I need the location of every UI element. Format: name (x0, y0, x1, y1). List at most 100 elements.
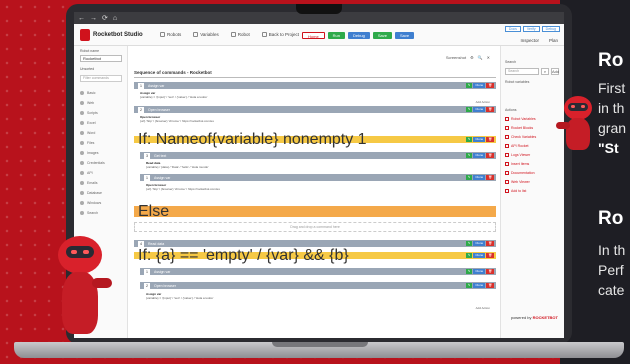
condition-row[interactable]: If: Nameof{variable} nonempty 1 ✎ Clone … (134, 131, 496, 148)
tool-item[interactable]: Documentation (505, 168, 561, 177)
else-row[interactable]: Else (134, 203, 496, 220)
delete-button[interactable]: 🗑 (486, 253, 494, 258)
clone-button[interactable]: Clone (473, 283, 486, 288)
back-icon[interactable]: ← (78, 15, 85, 22)
edit-button[interactable]: ✎ (465, 269, 473, 274)
command-category-list: Basic Web Scripts Excel Word Files Image… (80, 88, 124, 218)
sidebar-item[interactable]: Web (80, 98, 124, 108)
forward-icon[interactable]: → (90, 15, 97, 22)
filter-commands-input[interactable]: Filter commands (80, 75, 122, 82)
tool-icon (505, 125, 509, 130)
save-as-button[interactable]: Save (394, 32, 415, 39)
home-button[interactable]: Home (302, 32, 325, 39)
sidebar-item[interactable]: Database (80, 188, 124, 198)
sidebar-item[interactable]: Emails (80, 178, 124, 188)
robot-select[interactable]: Rocketbot (80, 55, 122, 62)
mascot-eye (571, 105, 575, 108)
tool-item[interactable]: Robot Variables (505, 114, 561, 123)
add-button[interactable]: Add (551, 68, 559, 75)
edit-button[interactable]: ✎ (465, 137, 473, 142)
robot-mascot-left (48, 236, 112, 336)
home-icon[interactable]: ⌂ (113, 15, 117, 22)
command-row[interactable]: 1 Assign var ✎ Clone 🗑 (140, 174, 496, 181)
tool-item[interactable]: Add to list (505, 186, 561, 195)
sidebar-item[interactable]: Images (80, 148, 124, 158)
add-action-link[interactable]: Add Action (476, 306, 490, 310)
side-heading-2: Ro (598, 208, 624, 229)
command-row[interactable]: 2 Open browser ✎ Clone 🗑 (140, 282, 496, 289)
run-button[interactable]: Run (327, 32, 346, 39)
tool-item[interactable]: Check Variables (505, 132, 561, 141)
tool-item[interactable]: Web Viewer (505, 177, 561, 186)
edit-button[interactable]: ✎ (465, 253, 473, 258)
right-panel: Search Search ⌕ Add Robot variables Acti… (500, 46, 564, 338)
edit-button[interactable]: ✎ (465, 175, 473, 180)
back-project-icon (261, 32, 267, 37)
sidebar-item[interactable]: Excel (80, 118, 124, 128)
save-button[interactable]: Save (372, 32, 392, 39)
row-detail: Open browser {url} 'http' / {browser} 'c… (146, 183, 220, 191)
clone-button[interactable]: Clone (473, 241, 486, 246)
unsorted-checkbox[interactable]: Unsorted (80, 67, 94, 71)
delete-button[interactable]: 🗑 (486, 241, 494, 246)
edit-button[interactable]: ✎ (465, 83, 473, 88)
clone-button[interactable]: Clone (473, 269, 486, 274)
add-action-link[interactable]: Add Action (476, 100, 490, 104)
sidebar-item[interactable]: API (80, 168, 124, 178)
clone-button[interactable]: Clone (473, 153, 486, 158)
sidebar-item[interactable]: Windows (80, 198, 124, 208)
edit-button[interactable]: ✎ (465, 153, 473, 158)
tab-robot[interactable]: Robot (230, 32, 250, 37)
search-input[interactable]: Search (505, 68, 539, 75)
tab-variables[interactable]: Variables (193, 32, 219, 37)
row-detail: Assign var {variable} = '{input}' / 'tex… (146, 292, 213, 300)
settings-icon[interactable]: ⚙ (470, 55, 474, 60)
edit-button[interactable]: ✎ (465, 283, 473, 288)
verify-button[interactable]: Verify (522, 26, 540, 32)
close-icon[interactable]: ✕ (487, 55, 490, 60)
clone-button[interactable]: Clone (473, 175, 486, 180)
category-icon (80, 91, 84, 95)
inspector-tab[interactable]: Inspector (520, 38, 539, 43)
delete-button[interactable]: 🗑 (486, 107, 494, 112)
command-row[interactable]: 1 Assign var ✎ Clone 🗑 (134, 82, 496, 89)
delete-button[interactable]: 🗑 (486, 283, 494, 288)
condition-row[interactable]: If: {a} == 'empty' / {var} && {b} ✎ Clon… (134, 247, 496, 264)
tool-item[interactable]: Insert Items (505, 159, 561, 168)
delete-button[interactable]: 🗑 (486, 175, 494, 180)
drop-zone[interactable]: Drag and drop a command here (134, 222, 496, 232)
delete-button[interactable]: 🗑 (486, 137, 494, 142)
sidebar-item[interactable]: Scripts (80, 108, 124, 118)
clone-button[interactable]: Clone (473, 253, 486, 258)
delete-button[interactable]: 🗑 (486, 83, 494, 88)
search-icon[interactable]: ⌕ (541, 68, 549, 75)
sidebar-item[interactable]: Word (80, 128, 124, 138)
command-row[interactable]: 2 Open browser ✎ Clone 🗑 (134, 106, 496, 113)
reload-icon[interactable]: ⟳ (102, 15, 108, 22)
edit-button[interactable]: ✎ (465, 241, 473, 246)
delete-button[interactable]: 🗑 (486, 153, 494, 158)
plan-tab[interactable]: Plan (549, 38, 558, 43)
command-row[interactable]: 1 Assign var ✎ Clone 🗑 (140, 268, 496, 275)
docs-button[interactable]: Docs (504, 26, 521, 32)
tool-item[interactable]: Rocket Blocks (505, 123, 561, 132)
debug-button[interactable]: Debug (348, 32, 370, 39)
tool-item[interactable]: Logs Viewer (505, 150, 561, 159)
sidebar-item[interactable]: Credentials (80, 158, 124, 168)
clone-button[interactable]: Clone (473, 83, 486, 88)
screenshot-toggle[interactable]: Screenshot (446, 55, 466, 60)
tab-robots[interactable]: Robots (160, 32, 181, 37)
tool-item[interactable]: API Rocket (505, 141, 561, 150)
sidebar-item[interactable]: Basic (80, 88, 124, 98)
clone-button[interactable]: Clone (473, 137, 486, 142)
sidebar-item[interactable]: Files (80, 138, 124, 148)
tab-back-to-project[interactable]: Back to Project (261, 32, 299, 37)
sidebar-item[interactable]: Search (80, 208, 124, 218)
zoom-icon[interactable]: 🔍 (478, 55, 483, 60)
edit-button[interactable]: ✎ (465, 107, 473, 112)
command-row[interactable]: 3 Get text ✎ Clone 🗑 (140, 152, 496, 159)
clone-button[interactable]: Clone (473, 107, 486, 112)
sequence-title: Sequence of commands - Rocketbot (134, 70, 212, 75)
delete-button[interactable]: 🗑 (486, 269, 494, 274)
debug-top-button[interactable]: Debug (541, 26, 560, 32)
